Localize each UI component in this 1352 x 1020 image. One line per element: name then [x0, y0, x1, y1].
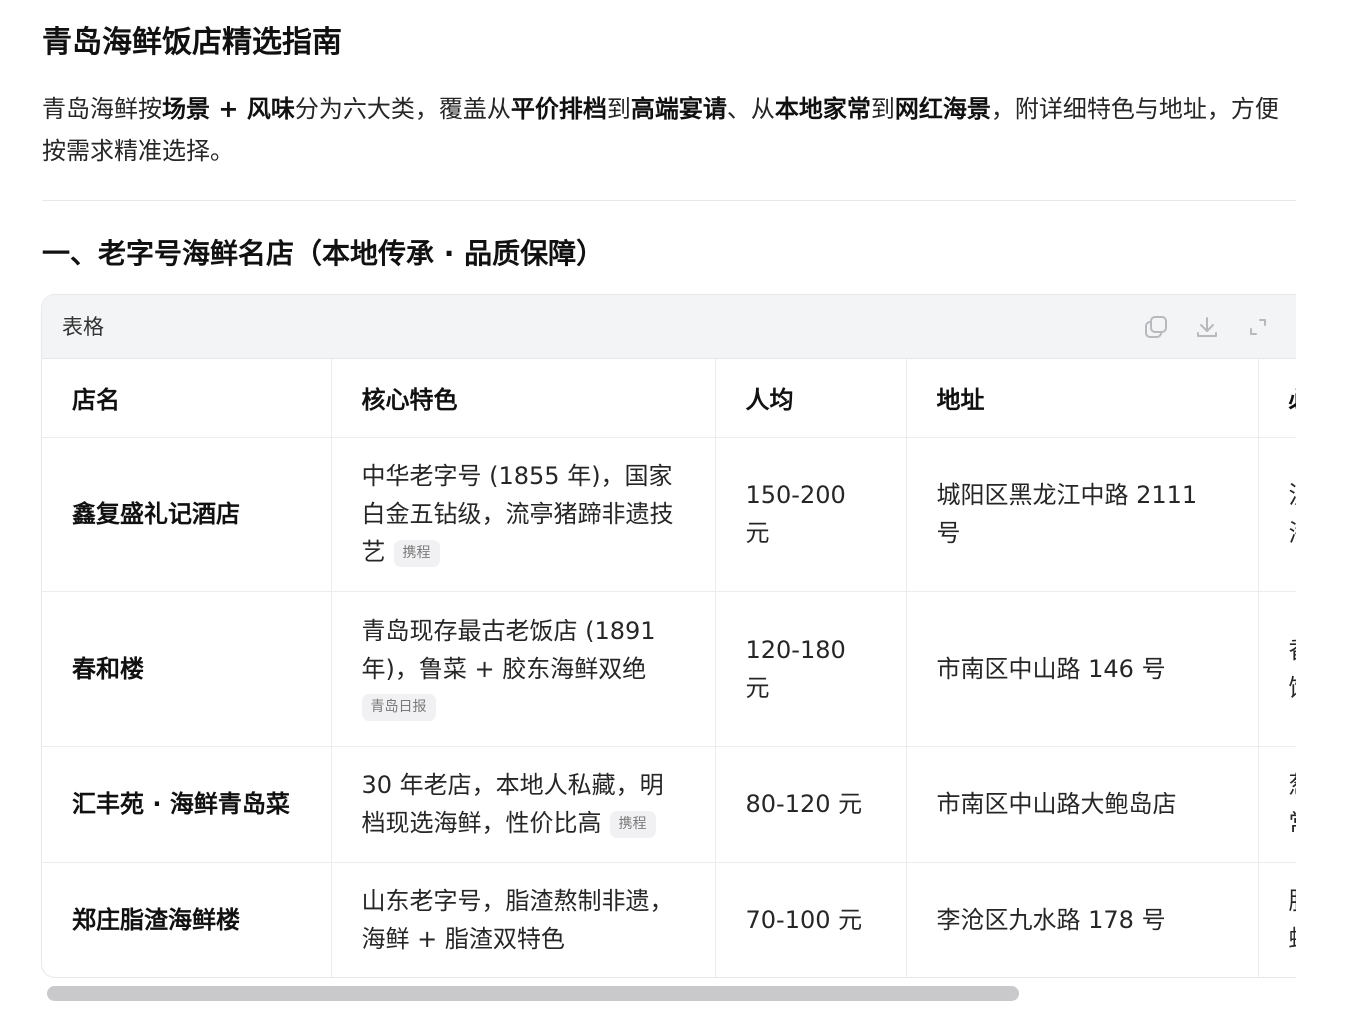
cell-address: 城阳区黑龙江中路 2111 号 — [906, 437, 1259, 592]
cell-address: 市南区中山路 146 号 — [906, 591, 1259, 747]
page-title: 青岛海鲜饭店精选指南 — [42, 25, 342, 60]
column-header-address: 地址 — [906, 359, 1259, 438]
cell-address: 李沧区九水路 178 号 — [906, 862, 1259, 977]
table-card-label: 表格 — [62, 315, 104, 339]
table-row: 鑫复盛礼记酒店 中华老字号 (1855 年)，国家白金五钻级，流亭猪蹄非遗技艺携… — [42, 437, 1296, 592]
table-row: 郑庄脂渣海鲜楼 山东老字号，脂渣熬制非遗，海鲜 + 脂渣双特色 70-100 元… — [42, 862, 1296, 977]
column-header-feature: 核心特色 — [331, 359, 716, 438]
cell-name: 春和楼 — [42, 591, 332, 747]
table-row: 春和楼 青岛现存最古老饭店 (1891 年)，鲁菜 + 胶东海鲜双绝青岛日报 1… — [42, 591, 1296, 747]
horizontal-scrollbar[interactable] — [41, 984, 1296, 1002]
intro-bold: 本地家常 — [774, 95, 871, 123]
intro-text: 到 — [870, 95, 895, 123]
feature-text: 青岛现存最古老饭店 (1891 年)，鲁菜 + 胶东海鲜双绝 — [361, 616, 656, 683]
scrollbar-thumb[interactable] — [47, 986, 1019, 1001]
intro-bold: 平价排档 — [510, 95, 607, 123]
column-header-price: 人均 — [715, 359, 907, 438]
source-tag[interactable]: 携程 — [393, 539, 440, 567]
cell-name: 鑫复盛礼记酒店 — [42, 437, 332, 592]
expand-icon[interactable] — [1244, 313, 1272, 341]
table-row: 汇丰苑 · 海鲜青岛菜 30 年老店，本地人私藏，明档现选海鲜，性价比高 携程 8… — [42, 746, 1296, 863]
source-tag[interactable]: 青岛日报 — [361, 694, 436, 721]
cell-feature: 青岛现存最古老饭店 (1891 年)，鲁菜 + 胶东海鲜双绝青岛日报 — [331, 591, 716, 747]
cell-recommend: 流 海 — [1258, 437, 1296, 592]
intro-text: 、从 — [726, 95, 775, 123]
cell-price: 120-180 元 — [715, 591, 907, 747]
cell-feature: 山东老字号，脂渣熬制非遗，海鲜 + 脂渣双特色 — [331, 862, 716, 977]
cell-recommend: 脂 蛤 — [1258, 862, 1296, 977]
intro-text: 分为六大类，覆盖从 — [294, 95, 511, 123]
intro-text: 青岛海鲜按 — [42, 95, 162, 123]
download-icon[interactable] — [1193, 313, 1221, 341]
cell-recommend: 葱 常 — [1258, 746, 1296, 863]
feature-text: 山东老字号，脂渣熬制非遗，海鲜 + 脂渣双特色 — [361, 887, 674, 953]
intro-text: 到 — [606, 95, 631, 123]
section-title: 一、老字号海鲜名店（本地传承 · 品质保障） — [42, 237, 605, 270]
cell-price: 150-200 元 — [715, 437, 907, 592]
intro-paragraph: 青岛海鲜按场景 + 风味分为六大类，覆盖从平价排档到高端宴请、从本地家常到网红海… — [42, 88, 1298, 172]
table-card: 表格 店名 核心特色 人均 地址 鑫复盛礼记酒店 中华老字号 (1855 年)，… — [41, 294, 1296, 978]
cell-feature: 中华老字号 (1855 年)，国家白金五钻级，流亭猪蹄非遗技艺 携程 — [331, 437, 716, 592]
cell-price: 70-100 元 — [715, 862, 907, 977]
intro-bold: 网红海景 — [894, 95, 991, 123]
cell-feature: 30 年老店，本地人私藏，明档现选海鲜，性价比高 携程 — [331, 746, 716, 863]
copy-icon[interactable] — [1142, 313, 1170, 341]
column-header-name: 店名 — [42, 359, 332, 438]
cell-name: 郑庄脂渣海鲜楼 — [42, 862, 332, 977]
cell-recommend: 香 饭 — [1258, 591, 1296, 747]
table-header-row: 店名 核心特色 人均 地址 必 — [42, 359, 1296, 438]
column-header-recommend: 必 — [1258, 359, 1296, 438]
source-tag[interactable]: 携程 — [609, 810, 656, 838]
cell-name: 汇丰苑 · 海鲜青岛菜 — [42, 746, 332, 863]
cell-address: 市南区中山路大鲍岛店 — [906, 746, 1259, 863]
restaurant-table: 店名 核心特色 人均 地址 必 鑫复盛礼记酒店 中华老字号 (1855 年)，国… — [42, 359, 1296, 977]
cell-price: 80-120 元 — [715, 746, 907, 863]
table-card-header: 表格 — [42, 295, 1296, 359]
section-divider — [42, 200, 1296, 201]
intro-bold: 场景 + 风味 — [162, 95, 295, 123]
intro-bold: 高端宴请 — [630, 95, 727, 123]
